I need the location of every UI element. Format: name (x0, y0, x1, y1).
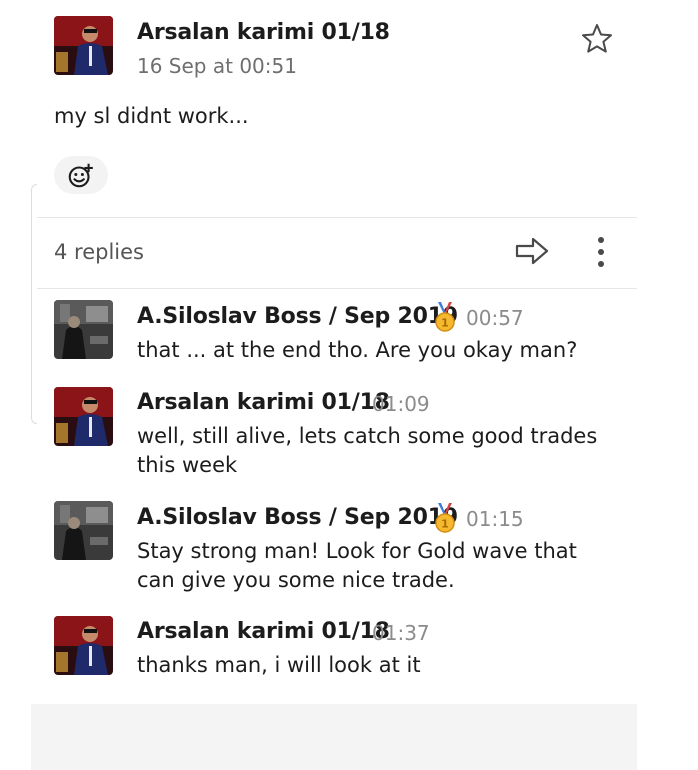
reply-text-line-1: Stay strong man! Look for Gold wave that (137, 539, 577, 563)
svg-text:1: 1 (441, 317, 449, 330)
avatar-arsalan[interactable] (54, 387, 113, 446)
reply-text-line-2: can give you some nice trade. (137, 568, 455, 592)
add-reaction-button[interactable] (54, 156, 108, 194)
parent-message-text: my sl didnt work... (54, 104, 249, 128)
divider (37, 288, 637, 289)
medal-icon: 1 (432, 302, 458, 332)
reply-author-name[interactable]: A.Siloslav Boss / Sep 2019 (137, 304, 458, 329)
star-button[interactable] (580, 22, 614, 56)
more-actions-button[interactable] (588, 234, 614, 270)
reply-author-name[interactable]: Arsalan karimi 01/18 (137, 390, 390, 415)
medal-icon: 1 (432, 503, 458, 533)
share-arrow-icon (515, 237, 549, 265)
reply-time[interactable]: 01:37 (372, 621, 430, 645)
avatar-siloslav[interactable] (54, 501, 113, 560)
reply-time[interactable]: 01:15 (466, 507, 524, 531)
reply-text-line-1: well, still alive, lets catch some good … (137, 424, 598, 448)
avatar-siloslav[interactable] (54, 300, 113, 359)
avatar-arsalan[interactable] (54, 616, 113, 675)
divider (37, 217, 637, 218)
parent-author-name[interactable]: Arsalan karimi 01/18 (137, 20, 390, 45)
reply-text-line-2: this week (137, 453, 238, 477)
replies-count: 4 replies (54, 240, 144, 264)
share-button[interactable] (514, 235, 550, 267)
reply-text: thanks man, i will look at it (137, 653, 421, 677)
reply-text: that ... at the end tho. Are you okay ma… (137, 338, 578, 362)
add-reaction-icon (68, 163, 93, 188)
more-vertical-icon (598, 237, 604, 267)
reply-time[interactable]: 00:57 (466, 306, 524, 330)
message-composer[interactable] (31, 704, 637, 770)
avatar-arsalan[interactable] (54, 16, 113, 75)
parent-timestamp[interactable]: 16 Sep at 00:51 (137, 54, 297, 78)
reply-author-name[interactable]: Arsalan karimi 01/18 (137, 619, 390, 644)
thread-connector-line (31, 184, 37, 424)
star-icon (582, 24, 612, 53)
reply-time[interactable]: 01:09 (372, 392, 430, 416)
svg-text:1: 1 (441, 518, 449, 531)
reply-author-name[interactable]: A.Siloslav Boss / Sep 2019 (137, 505, 458, 530)
